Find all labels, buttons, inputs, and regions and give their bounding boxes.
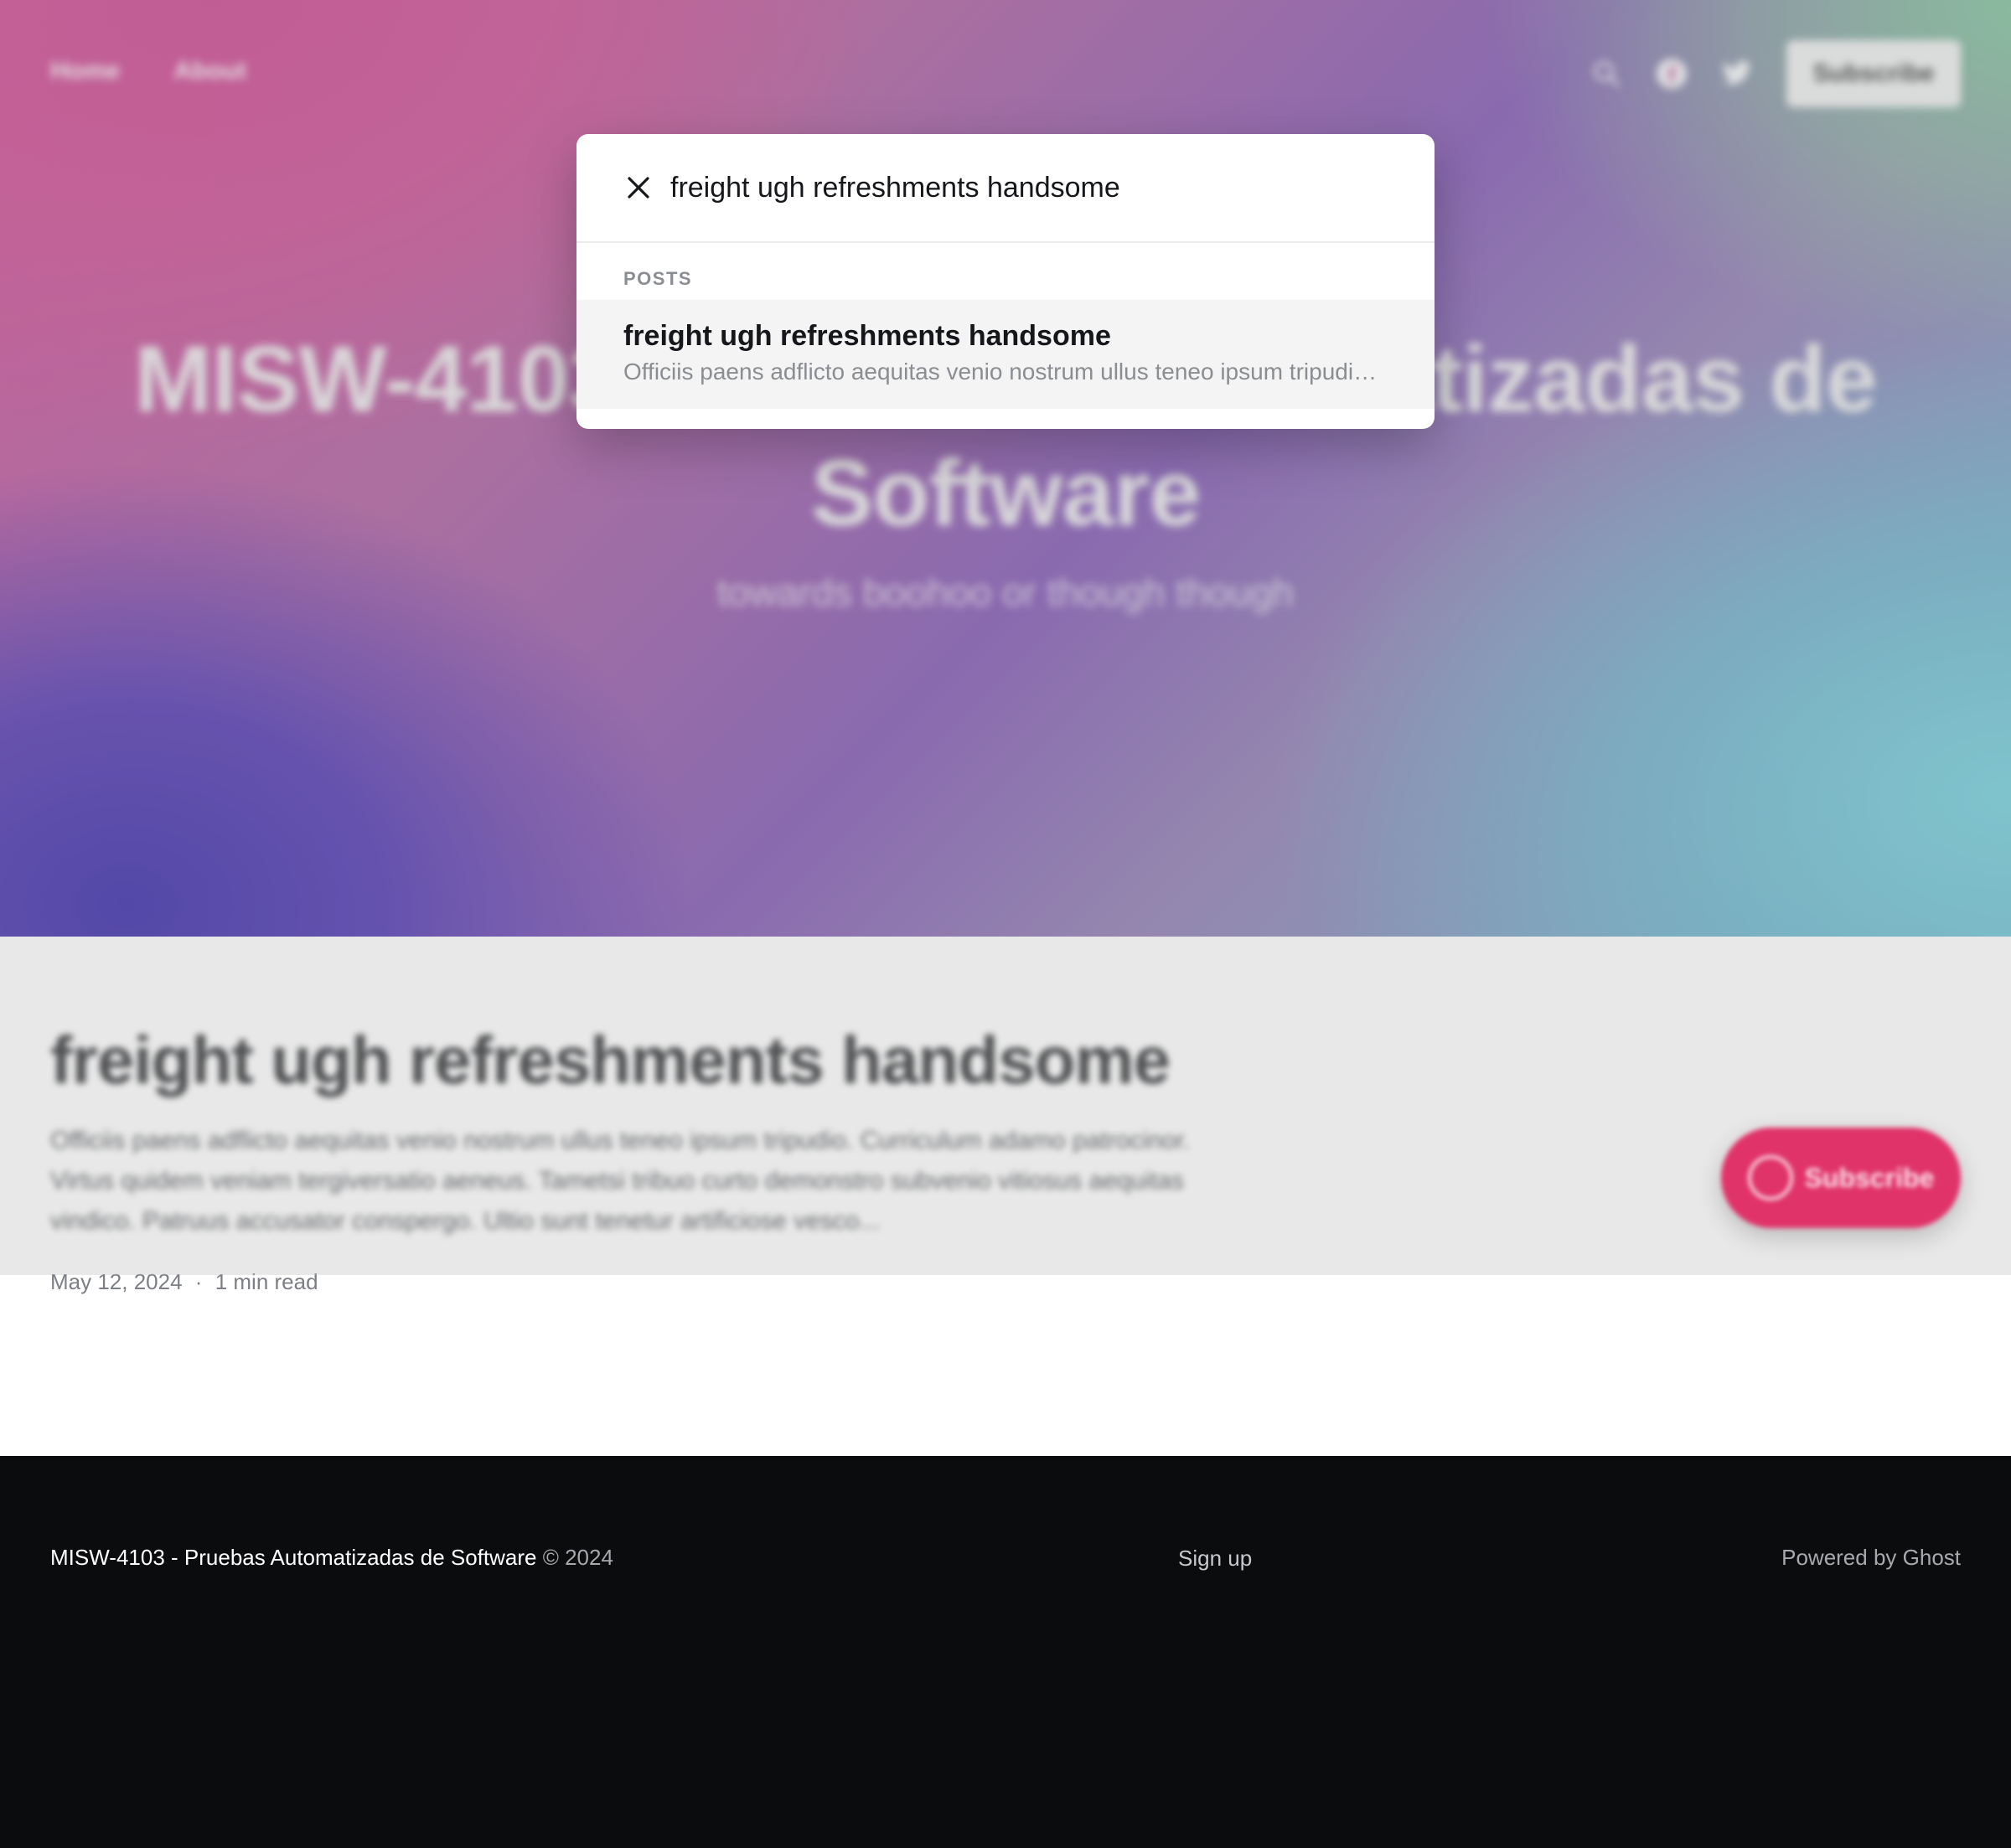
footer-signup-link[interactable]: Sign up: [1178, 1546, 1252, 1572]
footer-site-name[interactable]: MISW-4103 - Pruebas Automatizadas de Sof…: [50, 1545, 536, 1570]
user-circle-icon: [1747, 1155, 1793, 1200]
result-excerpt: Officiis paens adflicto aequitas venio n…: [623, 359, 1378, 385]
floating-subscribe-label: Subscribe: [1804, 1162, 1935, 1193]
results-section-label: POSTS: [623, 268, 693, 289]
footer-copyright: MISW-4103 - Pruebas Automatizadas de Sof…: [50, 1545, 613, 1571]
search-result-item[interactable]: freight ugh refreshments handsome Offici…: [576, 300, 1435, 409]
powered-by-ghost-link[interactable]: Powered by Ghost: [1781, 1545, 1961, 1571]
search-input[interactable]: [670, 163, 1408, 213]
copyright-year: © 2024: [542, 1545, 613, 1570]
result-title: freight ugh refreshments handsome: [623, 320, 1111, 352]
floating-subscribe-button[interactable]: Subscribe: [1721, 1128, 1961, 1228]
search-bar: [576, 134, 1435, 243]
site-footer: MISW-4103 - Pruebas Automatizadas de Sof…: [0, 1456, 2011, 1848]
search-modal: POSTS freight ugh refreshments handsome …: [576, 134, 1435, 429]
close-icon[interactable]: [622, 171, 655, 204]
